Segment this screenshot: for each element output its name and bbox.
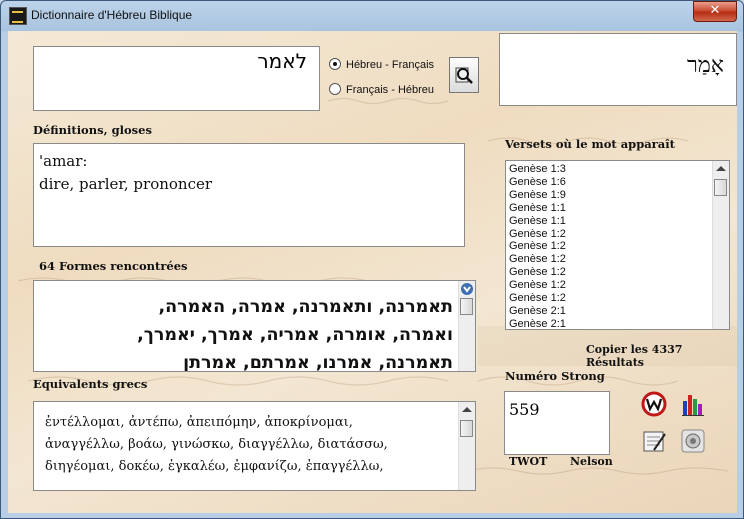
list-item[interactable]: Genèse 1:2 (509, 240, 566, 253)
list-item[interactable]: Genèse 2:1 (509, 305, 566, 318)
twot-label: TWOT (509, 455, 548, 468)
strong-number-field[interactable]: 559 (504, 391, 610, 455)
definition-line: 'amar: (39, 152, 88, 170)
speaker-icon (681, 429, 705, 453)
forms-label: 64 Formes rencontrées (39, 259, 188, 273)
copy-results-button[interactable]: Copier les 4337 Résultats (586, 343, 737, 369)
scroll-down-icon[interactable] (460, 282, 474, 298)
scrollbar-thumb[interactable] (714, 179, 727, 196)
w-logo-button[interactable] (641, 391, 667, 417)
radio-selected-icon (329, 58, 341, 70)
list-item[interactable]: Genèse 1:2 (509, 266, 566, 279)
notes-button[interactable] (641, 428, 667, 454)
list-item[interactable]: Genèse 1:9 (509, 189, 566, 202)
greek-text: ἐντέλλομαι, ἀντέπω, ἀπειπόμην, ἀποκρίνομ… (45, 412, 455, 478)
list-item[interactable]: Genèse 1:2 (509, 292, 566, 305)
audio-button[interactable] (680, 428, 706, 454)
list-item[interactable]: Genèse 1:2 (509, 228, 566, 241)
list-item[interactable]: Genèse 1:6 (509, 176, 566, 189)
radio-french-hebrew[interactable]: Français - Hébreu (329, 83, 434, 96)
list-item[interactable]: Genèse 1:1 (509, 215, 566, 228)
forms-box[interactable]: תאמרנה, ותאמרנה, אמרה, האמרה, ואמרה, אומ… (33, 280, 476, 372)
scrollbar-thumb[interactable] (460, 298, 473, 315)
greek-line: ἀναγγέλλω, βοάω, γινώσκω, διαγγέλλω, δια… (45, 437, 388, 452)
main-window: Dictionnaire d'Hébreu Biblique ✕ לאמר Hé… (0, 0, 744, 519)
scroll-up-icon[interactable] (462, 407, 472, 412)
statistics-button[interactable] (680, 391, 706, 417)
verses-list[interactable]: Genèse 1:3 Genèse 1:6 Genèse 1:9 Genèse … (505, 160, 730, 330)
list-item[interactable]: Genèse 1:2 (509, 253, 566, 266)
strong-label: Numéro Strong (505, 369, 605, 383)
title-bar[interactable]: Dictionnaire d'Hébreu Biblique ✕ (1, 1, 743, 31)
list-item[interactable]: Genèse 1:3 (509, 163, 566, 176)
close-button[interactable]: ✕ (693, 1, 737, 22)
radio-hebrew-french[interactable]: Hébreu - Français (329, 58, 434, 71)
list-item[interactable]: Genèse 1:1 (509, 202, 566, 215)
greek-scrollbar[interactable] (458, 402, 475, 490)
hebrew-word-display: אָמַר (499, 33, 737, 106)
verses-label: Versets où le mot apparaît (505, 137, 675, 151)
forms-line: ואמרה, אומרה, אמריה, אמרך, יאמרך, (137, 325, 453, 345)
list-item[interactable]: Genèse 2:1 (509, 318, 566, 329)
w-logo-icon (641, 391, 667, 417)
verses-scrollbar[interactable] (712, 161, 729, 329)
greek-line: ἐντέλλομαι, ἀντέπω, ἀπειπόμην, ἀποκρίνομ… (45, 415, 353, 430)
radio-label: Français - Hébreu (346, 84, 435, 96)
radio-label: Hébreu - Français (346, 59, 435, 71)
scrollbar-thumb[interactable] (460, 420, 473, 437)
greek-line: διηγέομαι, δοκέω, ἐγκαλέω, ἐμφανίζω, ἐπα… (45, 459, 384, 474)
window-title: Dictionnaire d'Hébreu Biblique (31, 8, 193, 22)
verses-items: Genèse 1:3 Genèse 1:6 Genèse 1:9 Genèse … (509, 163, 566, 329)
forms-text: תאמרנה, ותאמרנה, אמרה, האמרה, ואמרה, אומ… (58, 293, 453, 372)
definition-line: dire, parler, prononcer (39, 175, 213, 193)
forms-line: תאמרנה, ותאמרנה, אמרה, האמרה, (158, 297, 453, 317)
client-area: לאמר Hébreu - Français Français - Hébreu… (8, 31, 737, 513)
scroll-up-icon[interactable] (716, 166, 726, 171)
list-item[interactable]: Genèse 1:2 (509, 279, 566, 292)
radio-unselected-icon (329, 83, 341, 95)
greek-label: Equivalents grecs (33, 377, 148, 391)
notepad-icon (643, 431, 666, 452)
definitions-box[interactable]: 'amar: dire, parler, prononcer (33, 143, 465, 247)
forms-scrollbar[interactable] (458, 281, 475, 371)
forms-line: תאמרנה, אמרנו, אמרתם, אמרתן (183, 353, 453, 372)
greek-box[interactable]: ἐντέλλομαι, ἀντέπω, ἀπειπόμην, ἀποκρίνομ… (33, 401, 476, 491)
definitions-label: Définitions, gloses (33, 123, 152, 137)
search-input[interactable]: לאמר (33, 46, 320, 111)
app-icon (9, 7, 27, 25)
nelson-label: Nelson (570, 455, 613, 468)
magnifier-icon (455, 67, 473, 84)
bar-chart-icon (682, 395, 704, 416)
search-button[interactable] (449, 57, 479, 93)
